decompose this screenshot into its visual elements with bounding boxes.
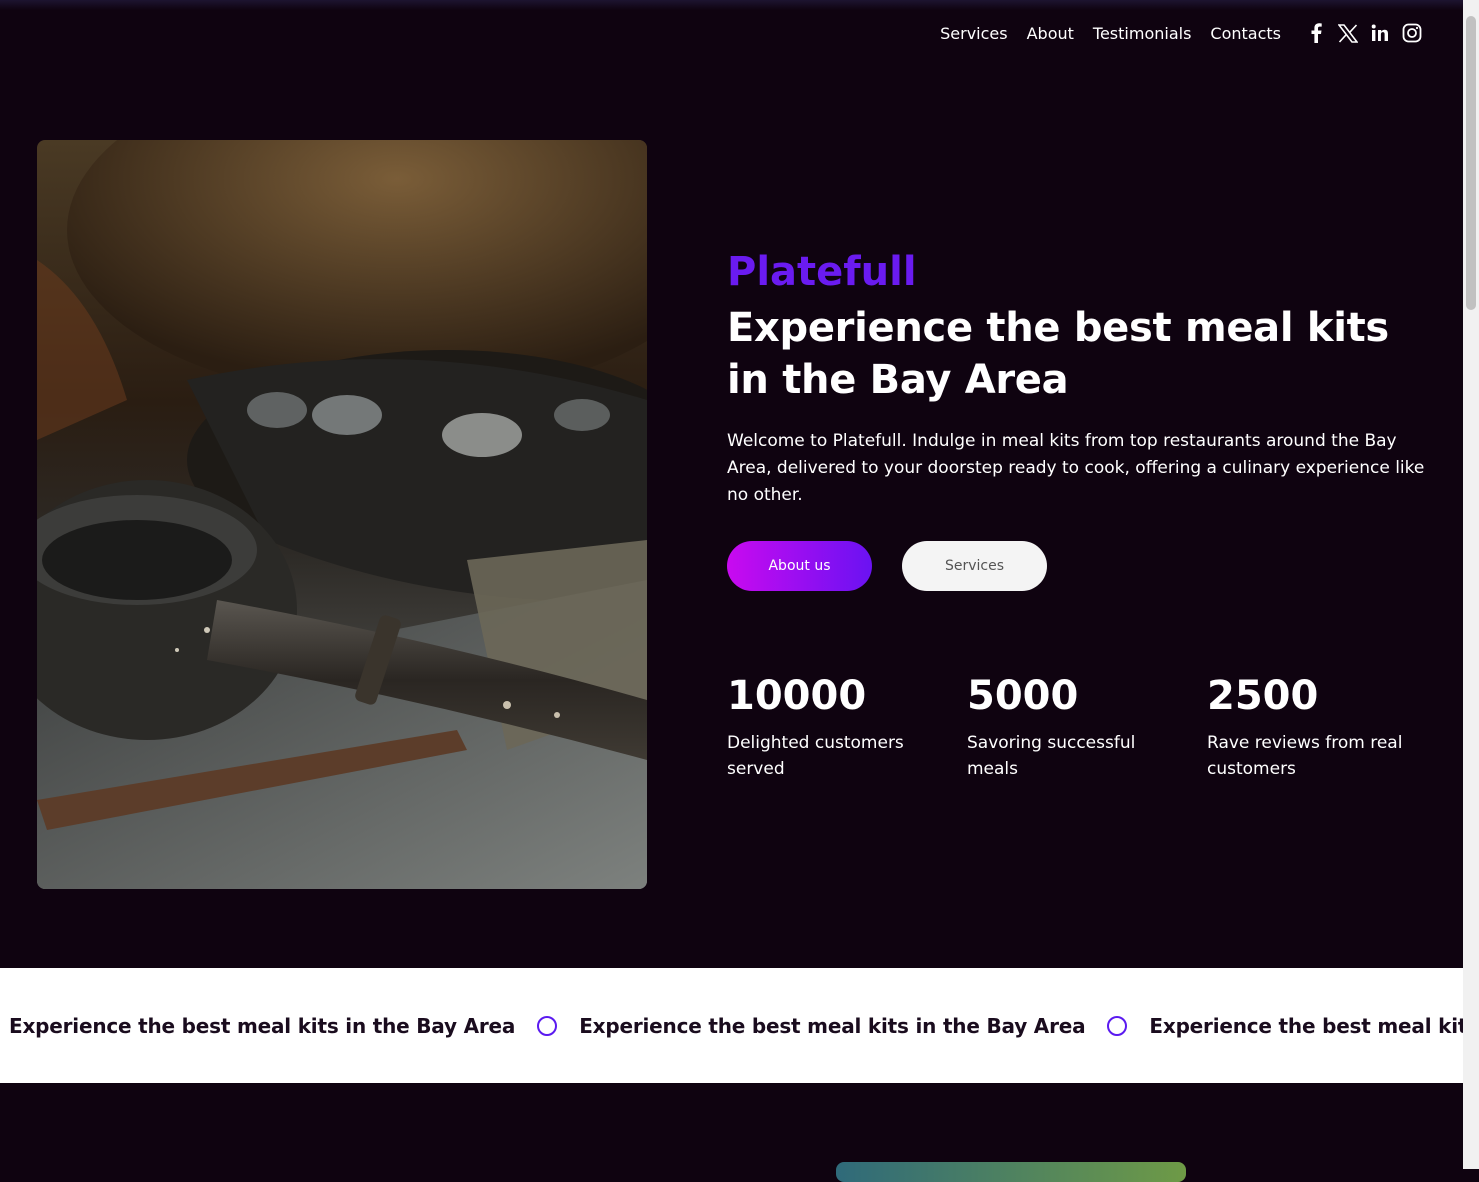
nav-link-about[interactable]: About: [1027, 24, 1074, 43]
x-twitter-icon[interactable]: [1337, 22, 1359, 44]
stat-label: Rave reviews from real customers: [1207, 733, 1403, 779]
stat-item: 10000 Delighted customers served: [727, 672, 967, 782]
top-navigation: Services About Testimonials Contacts: [940, 20, 1423, 46]
instagram-icon[interactable]: [1401, 22, 1423, 44]
circle-outline-icon: [537, 1015, 558, 1036]
page-scrollbar[interactable]: [1463, 0, 1479, 1169]
services-button[interactable]: Services: [902, 541, 1047, 591]
stat-item: 2500 Rave reviews from real customers: [1207, 672, 1447, 782]
marquee-item: Experience the best meal kits in the Bay…: [9, 1013, 516, 1038]
stat-value: 2500: [1207, 673, 1319, 719]
hero-cookware-photo: [37, 140, 647, 889]
about-us-button[interactable]: About us: [727, 541, 872, 591]
stat-label: Delighted customers served: [727, 733, 904, 779]
nav-link-testimonials[interactable]: Testimonials: [1093, 24, 1192, 43]
nav-link-services[interactable]: Services: [940, 24, 1007, 43]
marquee-item: Experience the best meal kits in the Bay…: [579, 1013, 1086, 1038]
facebook-icon[interactable]: [1305, 22, 1327, 44]
hero-intro: Welcome to Platefull. Indulge in meal ki…: [727, 431, 1425, 505]
brand-name: Platefull: [727, 249, 917, 295]
stat-item: 5000 Savoring successful meals: [967, 672, 1207, 782]
hero-headline: Experience the best meal kits in the Bay…: [727, 305, 1389, 403]
nav-link-contacts[interactable]: Contacts: [1210, 24, 1281, 43]
circle-outline-icon: [1107, 1015, 1128, 1036]
stats: 10000 Delighted customers served 5000 Sa…: [727, 672, 1447, 782]
hero-text: Platefull Experience the best meal kits …: [727, 248, 1437, 591]
marquee-track: Experience the best meal kits in the Bay…: [9, 968, 1463, 1083]
linkedin-icon[interactable]: [1369, 22, 1391, 44]
stat-value: 5000: [967, 673, 1079, 719]
marquee-item: Experience the best meal kits in the Bay…: [1149, 1013, 1463, 1038]
stat-value: 10000: [727, 673, 867, 719]
hero-buttons: About us Services: [727, 541, 1437, 591]
scrollbar-thumb[interactable]: [1466, 16, 1476, 310]
social-links: [1295, 22, 1423, 44]
stat-label: Savoring successful meals: [967, 733, 1136, 779]
top-edge: [0, 0, 1463, 10]
next-section-image: [836, 1162, 1186, 1182]
marquee-banner: Experience the best meal kits in the Bay…: [0, 968, 1463, 1083]
